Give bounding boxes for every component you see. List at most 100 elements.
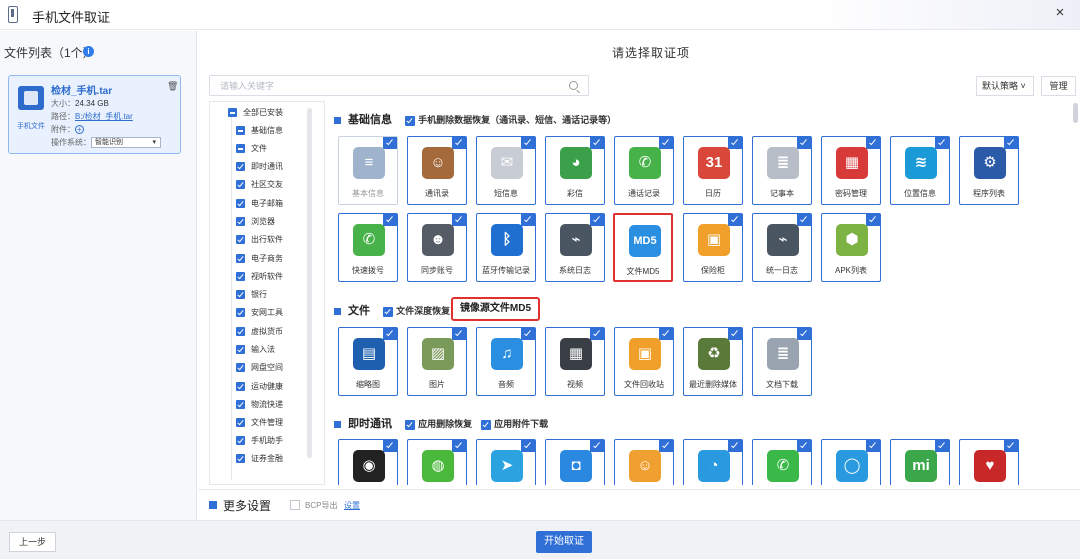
tile-speed-dial[interactable]: ✆ 快速拨号: [338, 213, 398, 282]
tile-program-list[interactable]: ⚙ 程序列表: [959, 136, 1019, 205]
tree-checkbox[interactable]: [236, 327, 245, 337]
tree-item[interactable]: 虚拟货币: [236, 326, 283, 340]
tile-recycle-bin[interactable]: ▣ 文件回收站: [614, 327, 674, 396]
start-forensics-button[interactable]: 开始取证: [536, 531, 592, 553]
file-card[interactable]: 手机文件 检材_手机.tar 🗑 大小：24.34 GB 路径：B:/检材_手机…: [8, 75, 181, 154]
tree-checkbox[interactable]: [236, 254, 245, 264]
strategy-select[interactable]: 默认策略 ˅: [976, 76, 1034, 96]
tile-mi-talk[interactable]: mi: [890, 439, 950, 485]
tile-password[interactable]: ▦ 密码管理: [821, 136, 881, 205]
main-scrollbar[interactable]: [1073, 103, 1078, 123]
search-box[interactable]: [209, 75, 589, 96]
tile-message[interactable]: ◔: [683, 439, 743, 485]
app-attachment-download-option[interactable]: 应用附件下载: [481, 417, 548, 430]
search-input[interactable]: [210, 76, 550, 95]
tree-item[interactable]: 运动健康: [236, 381, 283, 395]
tree-item[interactable]: 网盘空间: [236, 362, 283, 376]
tile-ring[interactable]: ◯: [821, 439, 881, 485]
tree-checkbox[interactable]: [236, 217, 245, 227]
add-attachment-icon[interactable]: +: [75, 125, 84, 135]
tree-checkbox[interactable]: [236, 436, 245, 446]
tree-item[interactable]: 电子商务: [236, 253, 283, 267]
tree-item[interactable]: 出行软件: [236, 234, 283, 248]
tile-chat-bubble[interactable]: ◘: [545, 439, 605, 485]
tree-item[interactable]: 文件: [236, 143, 267, 157]
tile-group-chat[interactable]: ☺: [614, 439, 674, 485]
tile-picture[interactable]: ▨ 图片: [407, 327, 467, 396]
app-delete-recovery-option[interactable]: 应用删除恢复: [405, 417, 472, 430]
bcp-settings-link[interactable]: 设置: [344, 500, 360, 511]
tile-heart-app[interactable]: ♥: [959, 439, 1019, 485]
os-select[interactable]: 智能识别: [91, 137, 161, 149]
tile-md5[interactable]: MD5 文件MD5: [613, 213, 673, 282]
tree-checkbox[interactable]: [236, 454, 245, 464]
tile-notepad[interactable]: ≣ 记事本: [752, 136, 812, 205]
mirror-md5-button[interactable]: 镜像源文件MD5: [451, 297, 540, 321]
manage-button[interactable]: 管理: [1041, 76, 1076, 96]
tree-checkbox[interactable]: [236, 290, 245, 300]
delete-recovery-option[interactable]: 手机删除数据恢复（通讯录、短信、通话记录等）: [405, 113, 616, 126]
tree-checkbox[interactable]: [236, 199, 245, 209]
tree-item[interactable]: 文件管理: [236, 417, 283, 431]
tree-item[interactable]: 视听软件: [236, 271, 283, 285]
tree-item[interactable]: 证券金融: [236, 453, 283, 467]
tile-wifi[interactable]: ≋ 位置信息: [890, 136, 950, 205]
tree-checkbox[interactable]: [236, 363, 245, 373]
tile-mms[interactable]: ◕ 彩信: [545, 136, 605, 205]
tree-item[interactable]: 即时通讯: [236, 161, 283, 175]
more-settings-title[interactable]: 更多设置: [223, 497, 271, 514]
tile-call-log[interactable]: ✆ 通话记录: [614, 136, 674, 205]
tree-checkbox[interactable]: [236, 144, 245, 154]
tree-item[interactable]: 社区交友: [236, 179, 283, 193]
tile-audio[interactable]: ♫ 音频: [476, 327, 536, 396]
tree-checkbox[interactable]: [236, 272, 245, 282]
tile-thumbnail[interactable]: ▤ 缩略图: [338, 327, 398, 396]
deep-recovery-option[interactable]: 文件深度恢复: [383, 304, 450, 317]
tree-checkbox[interactable]: [236, 345, 245, 355]
tile-unified-log[interactable]: ⌁ 统一日志: [752, 213, 812, 282]
tree-checkbox[interactable]: [236, 418, 245, 428]
tree-item[interactable]: 银行: [236, 289, 267, 303]
info-icon[interactable]: i: [83, 46, 94, 57]
tile-phone-call[interactable]: ✆: [752, 439, 812, 485]
tile-system-log[interactable]: ⌁ 系统日志: [545, 213, 605, 282]
tree-item[interactable]: 安网工具: [236, 307, 283, 321]
tree-item[interactable]: 物流快递: [236, 399, 283, 413]
tile-bluetooth[interactable]: ᛒ 蓝牙传输记录: [476, 213, 536, 282]
tree-scrollbar[interactable]: [307, 108, 312, 458]
tile-sync-account[interactable]: ☻ 同步账号: [407, 213, 467, 282]
close-button[interactable]: ×: [1050, 4, 1070, 21]
tree-item[interactable]: 输入法: [236, 344, 275, 358]
tile-sms[interactable]: ✉ 短信息: [476, 136, 536, 205]
tile-telegram[interactable]: ➤: [476, 439, 536, 485]
file-path-link[interactable]: B:/检材_手机.tar: [75, 112, 133, 121]
tree-checkbox[interactable]: [228, 108, 237, 118]
tree-checkbox[interactable]: [236, 180, 245, 190]
tree-item[interactable]: 手机助手: [236, 435, 283, 449]
tree-item[interactable]: 全部已安装: [228, 107, 283, 121]
tree-item[interactable]: 基础信息: [236, 125, 283, 139]
search-icon[interactable]: [569, 81, 578, 90]
tile-deleted-media[interactable]: ♻ 最近删除媒体: [683, 327, 743, 396]
tile-contacts[interactable]: ☺ 通讯录: [407, 136, 467, 205]
tree-item[interactable]: 浏览器: [236, 216, 275, 230]
tree-checkbox[interactable]: [236, 162, 245, 172]
tree-checkbox[interactable]: [236, 308, 245, 318]
tile-document-download[interactable]: ≣ 文档下载: [752, 327, 812, 396]
tile-calendar[interactable]: 31 日历: [683, 136, 743, 205]
tree-checkbox[interactable]: [236, 235, 245, 245]
tree-checkbox[interactable]: [236, 126, 245, 136]
tile-qq[interactable]: ◉: [338, 439, 398, 485]
tree-checkbox[interactable]: [236, 400, 245, 410]
tile-safe[interactable]: ▣ 保险柜: [683, 213, 743, 282]
bcp-export-checkbox[interactable]: [290, 500, 300, 510]
tile-basic-info[interactable]: ≡ 基本信息: [338, 136, 398, 205]
previous-button[interactable]: 上一步: [9, 532, 56, 552]
trash-icon[interactable]: 🗑: [167, 81, 178, 92]
tree-checkbox[interactable]: [236, 382, 245, 392]
tree-item[interactable]: 电子邮箱: [236, 198, 283, 212]
tile-video[interactable]: ▦ 视频: [545, 327, 605, 396]
tile-android[interactable]: ⬢ APK列表: [821, 213, 881, 282]
window-title: 手机文件取证: [32, 10, 111, 25]
tile-wechat[interactable]: ◍: [407, 439, 467, 485]
